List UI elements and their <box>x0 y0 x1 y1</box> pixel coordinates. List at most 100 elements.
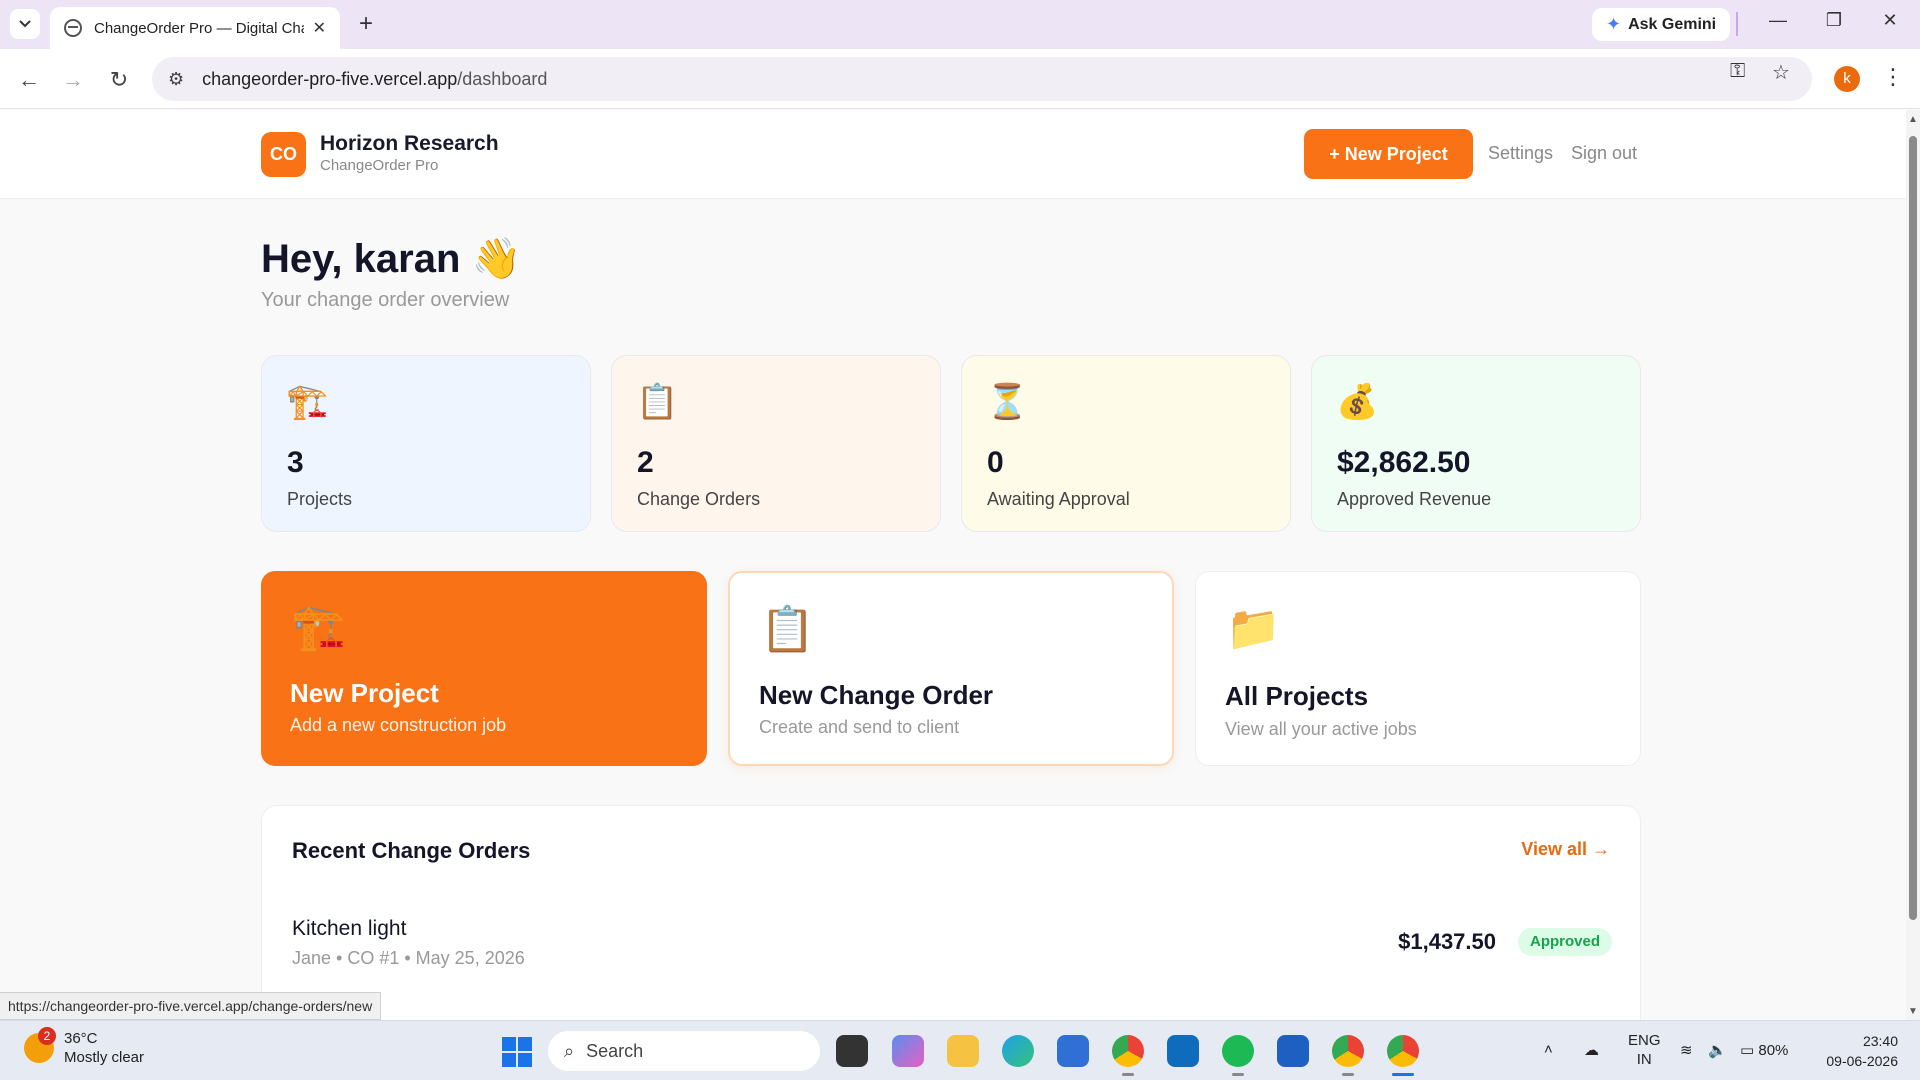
status-badge: Approved <box>1517 928 1612 956</box>
minimize-icon[interactable]: — <box>1758 10 1798 31</box>
page-title: Hey, karan 👋 <box>261 237 522 281</box>
clock-date: 09-06-2026 <box>1826 1053 1898 1069</box>
ask-gemini-button[interactable]: ✦ Ask Gemini <box>1592 8 1731 41</box>
browser-tab-active[interactable]: ChangeOrder Pro — Digital Cha ✕ <box>50 7 340 49</box>
edge-icon[interactable] <box>1002 1035 1034 1067</box>
clock-time: 23:40 <box>1862 1033 1898 1049</box>
view-all-link[interactable]: View all → <box>1521 839 1610 860</box>
card-description: Create and send to client <box>759 717 960 737</box>
search-icon: ⌕ <box>564 1040 575 1061</box>
change-order-meta: Jane • CO #1 • May 25, 2026 <box>292 948 525 968</box>
app-logo[interactable]: CO <box>261 132 306 177</box>
card-description: Add a new construction job <box>290 715 507 735</box>
stat-label: Approved Revenue <box>1337 489 1492 509</box>
close-tab-icon[interactable]: ✕ <box>313 18 326 38</box>
copilot-icon[interactable] <box>892 1035 924 1067</box>
outlook-icon[interactable] <box>1167 1035 1199 1067</box>
url-path: /dashboard <box>457 68 548 89</box>
close-window-icon[interactable]: ✕ <box>1870 10 1910 31</box>
browser-menu-icon[interactable]: ⋮ <box>1882 64 1904 90</box>
page-scrollbar[interactable]: ▲ ▼ <box>1906 110 1920 1020</box>
onedrive-icon[interactable]: ☁ <box>1584 1041 1599 1059</box>
scrollbar-thumb[interactable] <box>1909 136 1917 920</box>
list-item[interactable]: Kitchen light Jane • CO #1 • May 25, 202… <box>292 917 1612 987</box>
browser-tab-bar: ChangeOrder Pro — Digital Cha ✕ + ✦ Ask … <box>0 0 1920 49</box>
running-indicator <box>1342 1073 1354 1076</box>
running-indicator <box>1122 1073 1134 1076</box>
recent-change-orders-panel: Recent Change Orders View all → Kitchen … <box>261 805 1641 1020</box>
language-indicator[interactable]: ENG IN <box>1628 1031 1661 1069</box>
crane-icon: 🏗️ <box>291 603 346 652</box>
stat-value: $2,862.50 <box>1337 446 1471 479</box>
card-title: New Change Order <box>759 680 994 710</box>
weather-text: 36°C Mostly clear <box>64 1029 144 1067</box>
chevron-down-icon <box>19 20 31 28</box>
battery-percent: 80% <box>1758 1042 1789 1059</box>
clipboard-icon: 📋 <box>636 383 679 421</box>
stat-label: Awaiting Approval <box>987 489 1130 509</box>
stat-value: 3 <box>287 446 304 479</box>
org-info: Horizon Research ChangeOrder Pro <box>320 132 499 174</box>
system-clock[interactable]: 23:40 09-06-2026 <box>1818 1031 1898 1071</box>
forward-icon[interactable]: → <box>58 67 88 93</box>
wifi-icon[interactable]: ≋ <box>1680 1041 1693 1059</box>
browser-toolbar: ← → ↻ ⚙ changeorder-pro-five.vercel.app/… <box>0 49 1920 109</box>
taskbar-search[interactable]: ⌕ Search <box>548 1031 820 1071</box>
weather-sun-icon: 2 <box>24 1027 56 1063</box>
restore-icon[interactable]: ❐ <box>1814 10 1854 31</box>
address-bar[interactable]: ⚙ changeorder-pro-five.vercel.app/dashbo… <box>152 57 1812 101</box>
globe-icon <box>64 19 82 37</box>
stat-label: Change Orders <box>637 489 761 509</box>
search-label: Search <box>586 1040 644 1061</box>
show-hidden-icons-icon[interactable]: ˄ <box>1544 1041 1553 1058</box>
tab-search-button[interactable] <box>10 9 40 39</box>
profile-avatar[interactable]: k <box>1834 66 1860 92</box>
active-indicator <box>1392 1073 1414 1076</box>
spotify-icon[interactable] <box>1222 1035 1254 1067</box>
stat-card-awaiting-approval: ⏳ 0 Awaiting Approval <box>961 355 1291 532</box>
new-project-card[interactable]: 🏗️ New Project Add a new construction jo… <box>261 571 707 766</box>
ask-gemini-label: Ask Gemini <box>1628 15 1717 33</box>
battery-indicator[interactable]: ▭ 80% <box>1740 1041 1788 1059</box>
password-key-icon[interactable]: ⚿ <box>1730 60 1745 83</box>
card-title: All Projects <box>1225 681 1369 711</box>
money-bag-icon: 💰 <box>1336 383 1379 421</box>
url-host: changeorder-pro-five.vercel.app <box>202 68 458 89</box>
store-icon[interactable] <box>1057 1035 1089 1067</box>
divider <box>1736 12 1738 36</box>
chrome-active-icon[interactable] <box>1387 1035 1419 1067</box>
volume-icon[interactable]: 🔈 <box>1708 1041 1727 1059</box>
new-change-order-card[interactable]: 📋 New Change Order Create and send to cl… <box>728 571 1174 766</box>
battery-icon: ▭ <box>1740 1042 1755 1059</box>
weather-widget[interactable]: 2 36°C Mostly clear <box>24 1027 144 1067</box>
new-tab-button[interactable]: + <box>352 10 380 38</box>
weather-condition: Mostly clear <box>64 1049 145 1066</box>
scroll-down-icon[interactable]: ▼ <box>1908 1006 1918 1017</box>
page-subtitle: Your change order overview <box>261 289 510 311</box>
app-icon[interactable] <box>1277 1035 1309 1067</box>
url-text: changeorder-pro-five.vercel.app/dashboar… <box>202 69 547 90</box>
settings-link[interactable]: Settings <box>1488 143 1553 164</box>
change-order-amount: $1,437.50 <box>1398 929 1496 954</box>
all-projects-card[interactable]: 📁 All Projects View all your active jobs <box>1195 571 1641 766</box>
windows-start-icon[interactable] <box>502 1037 532 1067</box>
site-settings-icon[interactable]: ⚙ <box>168 69 184 90</box>
gemini-spark-icon: ✦ <box>1606 14 1622 34</box>
chrome-profile-icon[interactable] <box>1332 1035 1364 1067</box>
back-icon[interactable]: ← <box>14 67 44 93</box>
reload-icon[interactable]: ↻ <box>104 67 134 93</box>
region-code: IN <box>1636 1051 1652 1068</box>
new-project-button[interactable]: + New Project <box>1304 129 1473 179</box>
bookmark-star-icon[interactable]: ☆ <box>1772 60 1790 85</box>
scroll-up-icon[interactable]: ▲ <box>1908 114 1918 125</box>
taskbar: 2 36°C Mostly clear ⌕ Search ˄ ☁ ENG IN … <box>0 1020 1920 1080</box>
card-title: New Project <box>290 678 439 708</box>
stat-card-approved-revenue: 💰 $2,862.50 Approved Revenue <box>1311 355 1641 532</box>
chrome-icon[interactable] <box>1112 1035 1144 1067</box>
stat-card-change-orders: 📋 2 Change Orders <box>611 355 941 532</box>
task-view-icon[interactable] <box>836 1035 868 1067</box>
page-viewport: CO Horizon Research ChangeOrder Pro + Ne… <box>0 110 1906 1020</box>
crane-icon: 🏗️ <box>286 383 329 421</box>
sign-out-link[interactable]: Sign out <box>1571 143 1637 164</box>
file-explorer-icon[interactable] <box>947 1035 979 1067</box>
